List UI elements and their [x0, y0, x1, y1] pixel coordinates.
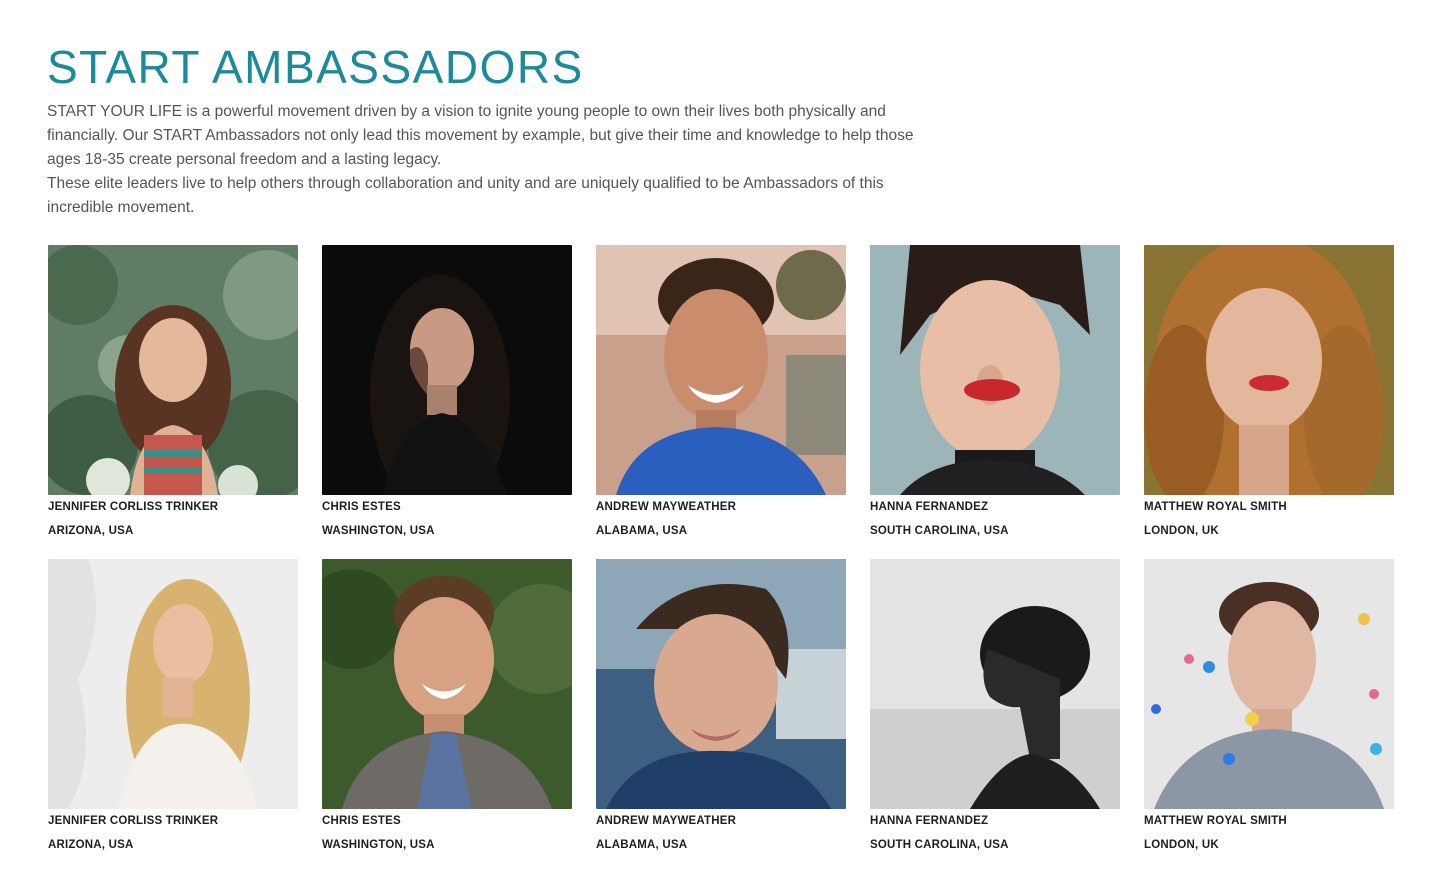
ambassador-photo[interactable]: [322, 559, 572, 809]
ambassador-name[interactable]: ANDREW MAYWEATHER: [596, 501, 736, 513]
ambassador-photo[interactable]: [322, 245, 572, 495]
portrait-image: [870, 559, 1120, 809]
portrait-image: [1144, 245, 1394, 495]
ambassador-location: ALABAMA, USA: [596, 525, 688, 537]
intro-paragraph: These elite leaders live to help others …: [47, 175, 884, 216]
ambassador-photo[interactable]: [48, 559, 298, 809]
ambassador-card[interactable]: HANNA FERNANDEZ SOUTH CAROLINA, USA: [870, 559, 1120, 859]
ambassador-photo[interactable]: [870, 559, 1120, 809]
ambassador-name[interactable]: HANNA FERNANDEZ: [870, 815, 988, 827]
portrait-image: [322, 559, 572, 809]
ambassador-photo[interactable]: [1144, 559, 1394, 809]
ambassador-location: ARIZONA, USA: [48, 839, 134, 851]
portrait-image: [870, 245, 1120, 495]
ambassador-location: WASHINGTON, USA: [322, 839, 435, 851]
ambassador-photo[interactable]: [596, 245, 846, 495]
ambassadors-page: START AMBASSADORS START YOUR LIFE is a p…: [47, 0, 1407, 870]
portrait-image: [322, 245, 572, 495]
ambassador-location: LONDON, UK: [1144, 525, 1219, 537]
ambassador-name[interactable]: MATTHEW ROYAL SMITH: [1144, 815, 1287, 827]
ambassador-photo[interactable]: [596, 559, 846, 809]
ambassador-photo[interactable]: [1144, 245, 1394, 495]
ambassador-name[interactable]: JENNIFER CORLISS TRINKER: [48, 815, 218, 827]
ambassador-card[interactable]: HANNA FERNANDEZ SOUTH CAROLINA, USA: [870, 245, 1120, 545]
ambassador-location: WASHINGTON, USA: [322, 525, 435, 537]
intro-paragraph: START YOUR LIFE is a powerful movement d…: [47, 103, 914, 168]
ambassador-card[interactable]: ANDREW MAYWEATHER ALABAMA, USA: [596, 245, 846, 545]
ambassador-location: LONDON, UK: [1144, 839, 1219, 851]
ambassador-location: ARIZONA, USA: [48, 525, 134, 537]
ambassador-card[interactable]: JENNIFER CORLISS TRINKER ARIZONA, USA: [48, 559, 298, 859]
ambassador-name[interactable]: ANDREW MAYWEATHER: [596, 815, 736, 827]
ambassador-location: SOUTH CAROLINA, USA: [870, 525, 1009, 537]
ambassador-photo[interactable]: [48, 245, 298, 495]
ambassador-card[interactable]: ANDREW MAYWEATHER ALABAMA, USA: [596, 559, 846, 859]
ambassador-card[interactable]: CHRIS ESTES WASHINGTON, USA: [322, 559, 572, 859]
portrait-image: [596, 245, 846, 495]
ambassador-card[interactable]: MATTHEW ROYAL SMITH LONDON, UK: [1144, 245, 1394, 545]
portrait-image: [48, 559, 298, 809]
ambassador-photo[interactable]: [870, 245, 1120, 495]
ambassador-location: SOUTH CAROLINA, USA: [870, 839, 1009, 851]
page-title: START AMBASSADORS: [47, 41, 584, 93]
portrait-image: [1144, 559, 1394, 809]
intro-text: START YOUR LIFE is a powerful movement d…: [47, 100, 947, 220]
ambassador-name[interactable]: JENNIFER CORLISS TRINKER: [48, 501, 218, 513]
ambassador-card[interactable]: CHRIS ESTES WASHINGTON, USA: [322, 245, 572, 545]
ambassador-name[interactable]: MATTHEW ROYAL SMITH: [1144, 501, 1287, 513]
portrait-image: [48, 245, 298, 495]
ambassador-card[interactable]: MATTHEW ROYAL SMITH LONDON, UK: [1144, 559, 1394, 859]
ambassador-location: ALABAMA, USA: [596, 839, 688, 851]
ambassador-name[interactable]: CHRIS ESTES: [322, 501, 401, 513]
ambassador-name[interactable]: HANNA FERNANDEZ: [870, 501, 988, 513]
portrait-image: [596, 559, 846, 809]
ambassador-card[interactable]: JENNIFER CORLISS TRINKER ARIZONA, USA: [48, 245, 298, 545]
ambassador-name[interactable]: CHRIS ESTES: [322, 815, 401, 827]
